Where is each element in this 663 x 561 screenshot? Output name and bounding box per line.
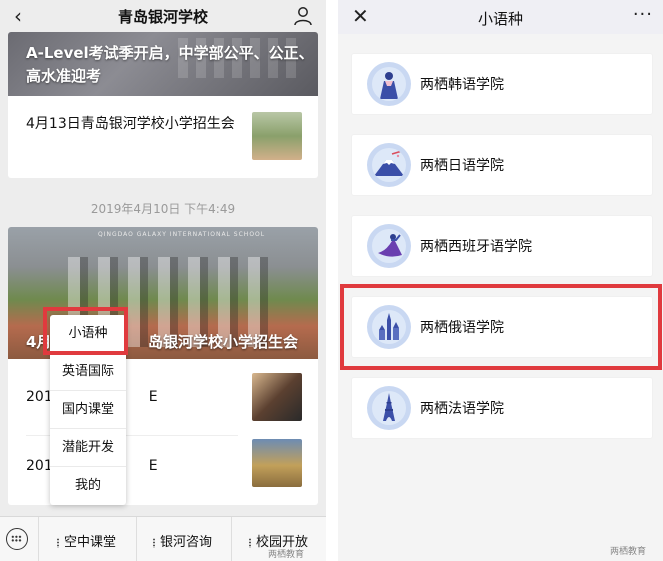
school-name-caption: QINGDAO GALAXY INTERNATIONAL SCHOOL: [98, 231, 266, 238]
eiffel-tower-icon: [367, 386, 411, 430]
article-title[interactable]: 4月13日青岛银河学校小学招生会: [26, 114, 241, 135]
language-label: 两栖法语学院: [420, 401, 504, 417]
language-item-japanese[interactable]: 两栖日语学院: [352, 135, 652, 195]
user-icon[interactable]: [292, 5, 314, 27]
language-label: 两栖韩语学院: [420, 77, 504, 93]
language-label: 两栖西班牙语学院: [420, 239, 532, 255]
left-phone-screen: ‹ 青岛银河学校 A-Level考试季开启，中学部公平、公正、高水准迎考 4月1…: [0, 0, 326, 561]
menu-item-english-international[interactable]: 英语国际: [50, 353, 126, 391]
message-timestamp: 2019年4月10日 下午4:49: [90, 202, 236, 216]
keyboard-icon[interactable]: [6, 528, 28, 550]
right-phone-screen: ✕ 小语种 ··· 两栖韩语学院 两栖日语学院 两栖西班牙语学院 两栖俄语学院 …: [338, 0, 663, 561]
menu-item-mine[interactable]: 我的: [50, 467, 126, 505]
tab-galaxy-consult[interactable]: 银河咨询: [152, 531, 212, 550]
watermark: 两栖教育: [610, 547, 647, 557]
flamenco-dancer-icon: [367, 224, 411, 268]
language-list: 两栖韩语学院 两栖日语学院 两栖西班牙语学院 两栖俄语学院 两栖法语学院 两栖教…: [338, 34, 663, 561]
top-navigation-bar: ‹ 青岛银河学校: [0, 0, 326, 32]
article-thumbnail: [252, 373, 302, 421]
article-thumbnail: [252, 439, 302, 487]
banner-title: 岛银河学校小学招生会: [148, 333, 299, 351]
tab-sky-classroom[interactable]: 空中课堂: [56, 531, 116, 550]
watermark: 两栖教育: [268, 550, 305, 560]
article-card[interactable]: A-Level考试季开启，中学部公平、公正、高水准迎考 4月13日青岛银河学校小…: [8, 32, 318, 178]
page-title: 青岛银河学校: [117, 8, 208, 26]
korean-hanbok-icon: [367, 62, 411, 106]
language-item-korean[interactable]: 两栖韩语学院: [352, 54, 652, 114]
mount-fuji-icon: [367, 143, 411, 187]
top-navigation-bar: ✕ 小语种 ···: [338, 0, 663, 34]
article-thumbnail: [252, 112, 302, 160]
article-banner-image[interactable]: A-Level考试季开启，中学部公平、公正、高水准迎考: [8, 32, 318, 96]
menu-item-domestic-classroom[interactable]: 国内课堂: [50, 391, 126, 429]
language-item-french[interactable]: 两栖法语学院: [352, 378, 652, 438]
language-label: 两栖日语学院: [420, 158, 504, 174]
language-item-spanish[interactable]: 两栖西班牙语学院: [352, 216, 652, 276]
bottom-menu-bar: 空中课堂 银河咨询 校园开放 两栖教育: [0, 516, 326, 561]
page-title: 小语种: [477, 10, 523, 28]
menu-item-potential-development[interactable]: 潜能开发: [50, 429, 126, 467]
banner-title: A-Level考试季开启，中学部公平、公正、高水准迎考: [26, 44, 314, 85]
highlight-box: [43, 307, 128, 355]
more-options-icon[interactable]: ···: [633, 4, 653, 25]
highlight-box: [340, 284, 662, 370]
